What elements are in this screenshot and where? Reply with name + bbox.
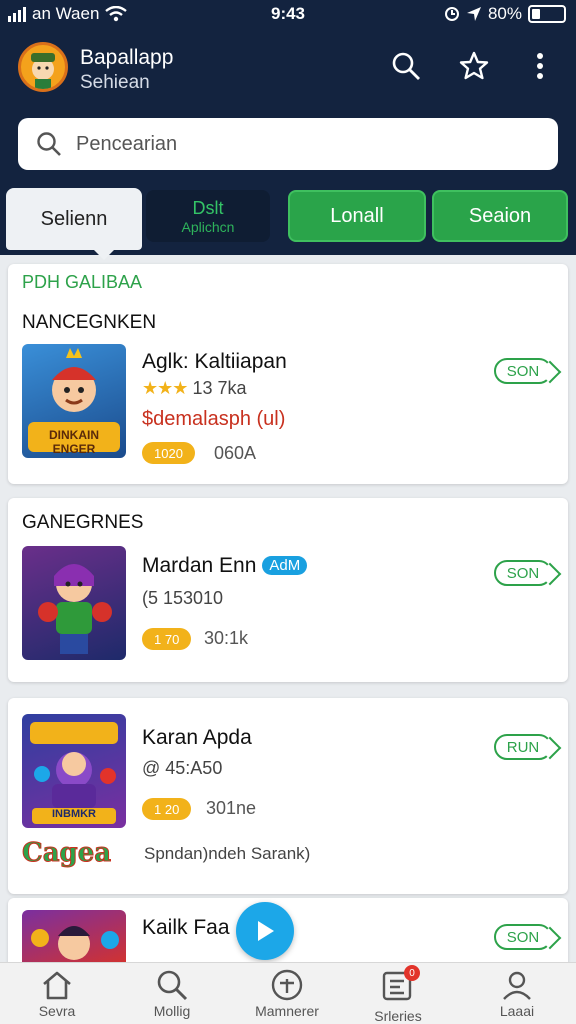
thumbnail-text: DINKAIN ENGER (49, 428, 99, 456)
game-card[interactable]: GANEGRNES Mardan Enn AdM (5 153010 1 70 3… (8, 498, 568, 682)
tab-label: Dslt (192, 197, 224, 218)
app-subtitle: Sehiean (80, 72, 150, 93)
game-title: Aglk: Kaltiiapan (142, 350, 287, 373)
alarm-icon (444, 7, 459, 21)
home-icon (43, 971, 71, 1000)
nav-item-updates[interactable]: 0 Srleries (348, 965, 448, 1024)
notification-badge: 0 (404, 965, 420, 981)
app-logo (18, 42, 68, 92)
nav-item-manager[interactable]: Mamnerer (237, 969, 337, 1019)
game-price: $demalasph (ul) (142, 408, 286, 430)
tab-seaion[interactable]: Seaion (432, 190, 568, 242)
get-button[interactable]: SON (494, 358, 552, 384)
section-title: GANEGRNES (22, 512, 144, 533)
game-title: Kailk Faa (142, 916, 230, 939)
game-thumbnail[interactable]: DINKAIN ENGER (22, 344, 126, 458)
game-rating: @ 45:A50 (142, 758, 223, 778)
status-bar: an Waen 9:43 80% (0, 0, 576, 30)
game-card[interactable]: PDH GALIBAA NANCEGNKEN DINKAIN ENGER Agl… (8, 264, 568, 484)
battery-percent: 80% (487, 4, 522, 23)
star-rating-icon: ★★★ (142, 378, 188, 398)
play-icon (258, 921, 274, 941)
thumbnail-text: INBMKR (52, 808, 96, 820)
status-badge: 1 70 (142, 628, 192, 650)
nav-item-account[interactable]: Laaai (467, 969, 567, 1019)
game-card[interactable]: INBMKR Karan Apda @ 45:A50 1 20 301ne Ca… (8, 698, 568, 894)
search-bar[interactable] (18, 118, 558, 170)
battery-icon (528, 5, 566, 23)
game-thumbnail[interactable] (22, 546, 126, 660)
game-thumbnail[interactable] (22, 910, 126, 968)
search-input[interactable] (76, 132, 516, 156)
nav-item-home[interactable]: Sevra (7, 969, 107, 1019)
ad-badge: AdM (262, 556, 308, 575)
status-badge: 1 20 (142, 798, 192, 820)
manager-icon (271, 969, 303, 1001)
tab-label: Lonall (330, 204, 384, 227)
location-icon (466, 7, 481, 21)
download-count: 060A (214, 443, 257, 463)
download-count: 30:1k (204, 628, 249, 648)
bottom-nav: Sevra Mollig Mamnerer 0 Srleries Laaai (0, 962, 576, 1024)
tab-label: Selienn (40, 207, 108, 230)
download-count: 301ne (206, 798, 257, 818)
account-icon (503, 971, 531, 1000)
tab-dslt[interactable]: Dslt Aplichcn (146, 190, 270, 242)
game-rating: (5 153010 (142, 588, 224, 608)
game-title: Mardan Enn AdM (142, 554, 308, 578)
star-icon[interactable] (456, 48, 492, 84)
get-button[interactable]: SON (494, 560, 552, 586)
search-icon (157, 970, 188, 1001)
game-rating: ★★★ 13 7ka (142, 378, 247, 398)
publisher-logo: Cagea (22, 838, 112, 869)
tab-lonall[interactable]: Lonall (288, 190, 426, 242)
search-field-icon (37, 132, 61, 156)
tab-selienn[interactable]: Selienn (6, 188, 142, 260)
nav-item-search[interactable]: Mollig (122, 969, 222, 1019)
section-title: NANCEGNKEN (22, 312, 157, 333)
app-name: Bapallapp (80, 46, 174, 69)
publisher-name: Spndan)ndeh Sarank) (144, 844, 311, 863)
game-thumbnail[interactable]: INBMKR (22, 714, 126, 828)
get-button[interactable]: RUN (494, 734, 552, 760)
get-button[interactable]: SON (494, 924, 552, 950)
status-badge: 1020 (142, 442, 195, 464)
play-button[interactable] (236, 902, 294, 960)
search-icon[interactable] (388, 48, 424, 84)
app-header: Bapallapp Sehiean Selienn Dslt Aplichcn … (0, 30, 576, 260)
section-tag: PDH GALIBAA (22, 272, 143, 292)
game-title: Karan Apda (142, 726, 252, 749)
more-menu-icon[interactable] (522, 48, 558, 84)
tab-sublabel: Aplichcn (181, 218, 235, 235)
tab-label: Seaion (468, 204, 532, 227)
